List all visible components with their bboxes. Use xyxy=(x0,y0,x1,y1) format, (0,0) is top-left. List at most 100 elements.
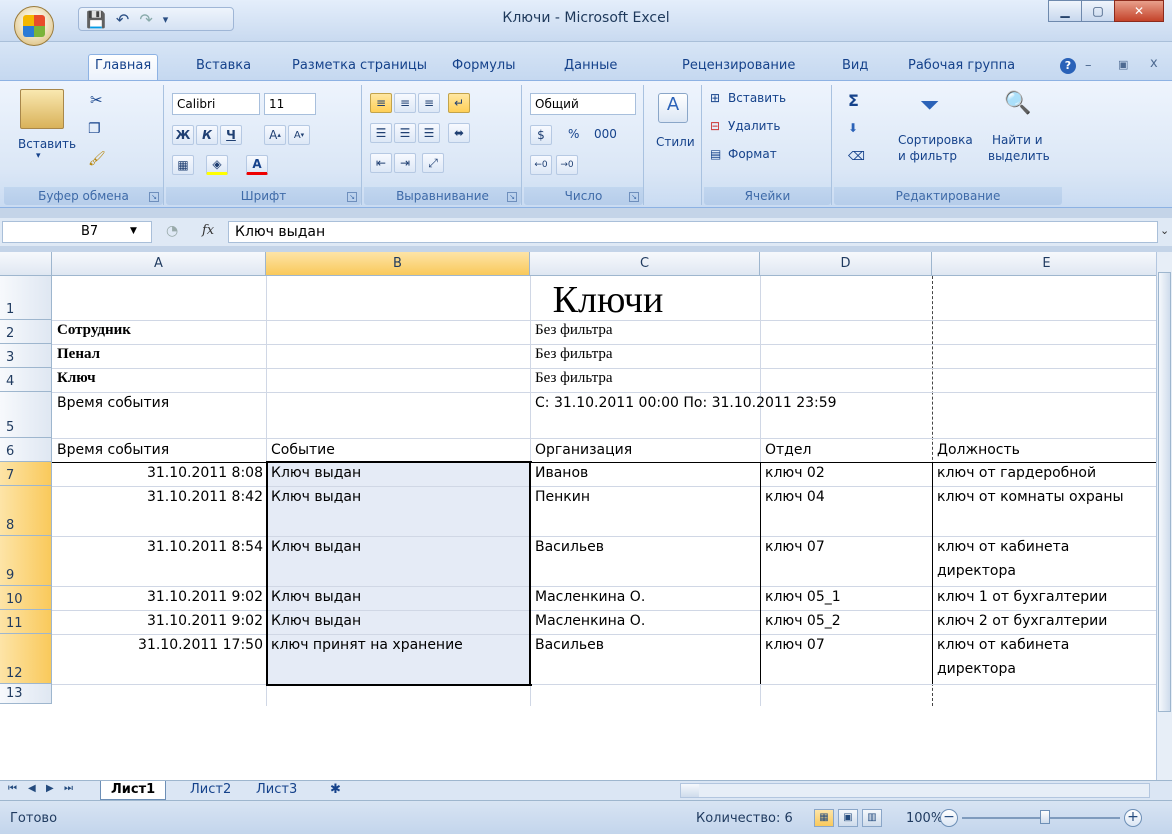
find-select-label-1[interactable]: Найти и xyxy=(992,133,1043,147)
row-header-2[interactable]: 2 xyxy=(0,320,52,344)
styles-button[interactable]: Стили xyxy=(656,135,695,149)
column-header-b[interactable]: B xyxy=(266,252,530,276)
table-cell[interactable]: ключ от кабинета xyxy=(934,637,1072,653)
table-cell[interactable]: Васильев xyxy=(532,539,607,555)
restore-doc-icon[interactable]: ▣ xyxy=(1118,58,1128,71)
row-header-6[interactable]: 6 xyxy=(0,438,52,462)
paste-dropdown-icon[interactable]: ▾ xyxy=(36,151,41,161)
sheet-tab-3[interactable]: Лист3 xyxy=(246,781,307,800)
table-cell[interactable]: Ключ выдан xyxy=(268,465,364,481)
align-left-icon[interactable]: ☰ xyxy=(370,123,392,143)
tab-insert[interactable]: Вставка xyxy=(190,55,257,77)
tab-formulas[interactable]: Формулы xyxy=(446,55,521,77)
sort-filter-icon[interactable]: ⏷ xyxy=(920,91,939,119)
table-cell[interactable]: директора xyxy=(934,563,1019,579)
close-doc-icon[interactable]: x xyxy=(1150,56,1158,71)
office-button[interactable] xyxy=(14,6,54,46)
align-right-icon[interactable]: ☰ xyxy=(418,123,440,143)
table-cell[interactable]: ключ 05_1 xyxy=(762,589,844,605)
table-cell[interactable]: ключ от комнаты охраны xyxy=(934,489,1156,505)
select-all-corner[interactable] xyxy=(0,252,52,276)
table-cell[interactable]: Васильев xyxy=(532,637,607,653)
currency-icon[interactable]: $ xyxy=(530,125,552,145)
font-launcher-icon[interactable]: ↘ xyxy=(347,192,357,202)
normal-view-icon[interactable]: ▦ xyxy=(814,809,834,827)
merge-center-icon[interactable]: ⬌ xyxy=(448,123,470,143)
maximize-button[interactable]: ▢ xyxy=(1081,0,1115,22)
column-header-c[interactable]: C xyxy=(530,252,760,276)
vertical-scrollbar[interactable] xyxy=(1156,252,1172,780)
row-header-11[interactable]: 11 xyxy=(0,610,52,634)
cut-icon[interactable]: ✂ xyxy=(90,91,103,109)
borders-icon[interactable]: ▦ xyxy=(172,155,194,175)
table-cell[interactable]: 31.10.2011 9:02 xyxy=(52,589,266,605)
orientation-icon[interactable]: ⤢ xyxy=(422,153,444,173)
insert-sheet-icon[interactable]: ✱ xyxy=(320,781,351,800)
delete-cells-icon[interactable]: ⊟ xyxy=(710,119,720,133)
table-cell[interactable]: 31.10.2011 8:08 xyxy=(52,465,266,481)
italic-button[interactable]: К xyxy=(196,125,218,145)
row-header-4[interactable]: 4 xyxy=(0,368,52,392)
styles-icon[interactable]: A xyxy=(658,93,688,123)
paste-icon[interactable] xyxy=(20,89,64,129)
minimize-button[interactable]: ▁ xyxy=(1048,0,1082,22)
clipboard-launcher-icon[interactable]: ↘ xyxy=(149,192,159,202)
zoom-slider-thumb[interactable] xyxy=(1040,810,1050,824)
table-cell[interactable]: 31.10.2011 8:42 xyxy=(52,489,266,505)
fill-icon[interactable]: ⬇ xyxy=(848,121,858,135)
delete-cells-button[interactable]: Удалить xyxy=(728,119,781,133)
font-name-select[interactable]: Calibri xyxy=(172,93,260,115)
formula-input[interactable]: Ключ выдан xyxy=(228,221,1158,243)
column-header-d[interactable]: D xyxy=(760,252,932,276)
percent-button[interactable]: % xyxy=(568,127,579,141)
tab-data[interactable]: Данные xyxy=(558,55,623,77)
table-cell[interactable]: ключ 07 xyxy=(762,637,828,653)
table-cell[interactable]: ключ 04 xyxy=(762,489,828,505)
first-sheet-icon[interactable]: ⏮ xyxy=(8,783,17,794)
table-cell[interactable]: ключ 05_2 xyxy=(762,613,844,629)
last-sheet-icon[interactable]: ⏭ xyxy=(64,783,73,794)
bold-button[interactable]: Ж xyxy=(172,125,194,145)
copy-icon[interactable]: ❐ xyxy=(88,121,101,137)
table-cell[interactable]: Пенкин xyxy=(532,489,593,505)
table-cell[interactable]: ключ от гардеробной xyxy=(934,465,1154,481)
tab-page-layout[interactable]: Разметка страницы xyxy=(286,55,433,77)
insert-cells-button[interactable]: Вставить xyxy=(728,91,786,105)
column-header-a[interactable]: A xyxy=(52,252,266,276)
row-header-7[interactable]: 7 xyxy=(0,462,52,486)
help-icon[interactable]: ? xyxy=(1060,58,1076,74)
table-cell[interactable]: ключ принят на хранение xyxy=(268,637,466,653)
row-header-9[interactable]: 9 xyxy=(0,536,52,586)
increase-decimal-icon[interactable]: ←0 xyxy=(530,155,552,175)
font-size-select[interactable]: 11 xyxy=(264,93,316,115)
autosum-button[interactable]: Σ xyxy=(848,91,859,110)
sort-filter-label-1[interactable]: Сортировка xyxy=(898,133,973,147)
row-header-5[interactable]: 5 xyxy=(0,392,52,438)
column-header-e[interactable]: E xyxy=(932,252,1156,276)
worksheet-grid[interactable]: A B C D E 1 2 3 4 5 6 7 8 9 10 11 12 13 … xyxy=(0,252,1156,780)
page-break-view-icon[interactable]: ▥ xyxy=(862,809,882,827)
table-cell[interactable]: ключ от кабинета xyxy=(934,539,1072,555)
table-cell[interactable]: Иванов xyxy=(532,465,591,481)
row-header-12[interactable]: 12 xyxy=(0,634,52,684)
zoom-in-icon[interactable]: + xyxy=(1124,809,1142,827)
align-center-icon[interactable]: ☰ xyxy=(394,123,416,143)
table-cell[interactable]: ключ 1 от бухгалтерии xyxy=(934,589,1110,605)
find-select-icon[interactable]: 🔍 xyxy=(1004,91,1031,116)
next-sheet-icon[interactable]: ▶ xyxy=(46,783,54,794)
table-cell[interactable]: директора xyxy=(934,661,1019,677)
expand-formula-bar-icon[interactable]: ⌄ xyxy=(1160,224,1169,237)
align-middle-icon[interactable]: ≡ xyxy=(394,93,416,113)
fill-color-icon[interactable]: ◈ xyxy=(206,155,228,175)
format-painter-icon[interactable]: 🖌 xyxy=(88,151,106,167)
row-header-13[interactable]: 13 xyxy=(0,684,52,704)
prev-sheet-icon[interactable]: ◀ xyxy=(28,783,36,794)
underline-button[interactable]: Ч xyxy=(220,125,242,145)
tab-home[interactable]: Главная xyxy=(88,54,159,81)
row-header-1[interactable]: 1 xyxy=(0,276,52,320)
number-launcher-icon[interactable]: ↘ xyxy=(629,192,639,202)
horizontal-scrollbar[interactable] xyxy=(680,783,1150,798)
table-cell[interactable]: Ключ выдан xyxy=(268,613,364,629)
thousands-button[interactable]: 000 xyxy=(594,127,617,141)
table-cell[interactable]: Ключ выдан xyxy=(268,539,364,555)
